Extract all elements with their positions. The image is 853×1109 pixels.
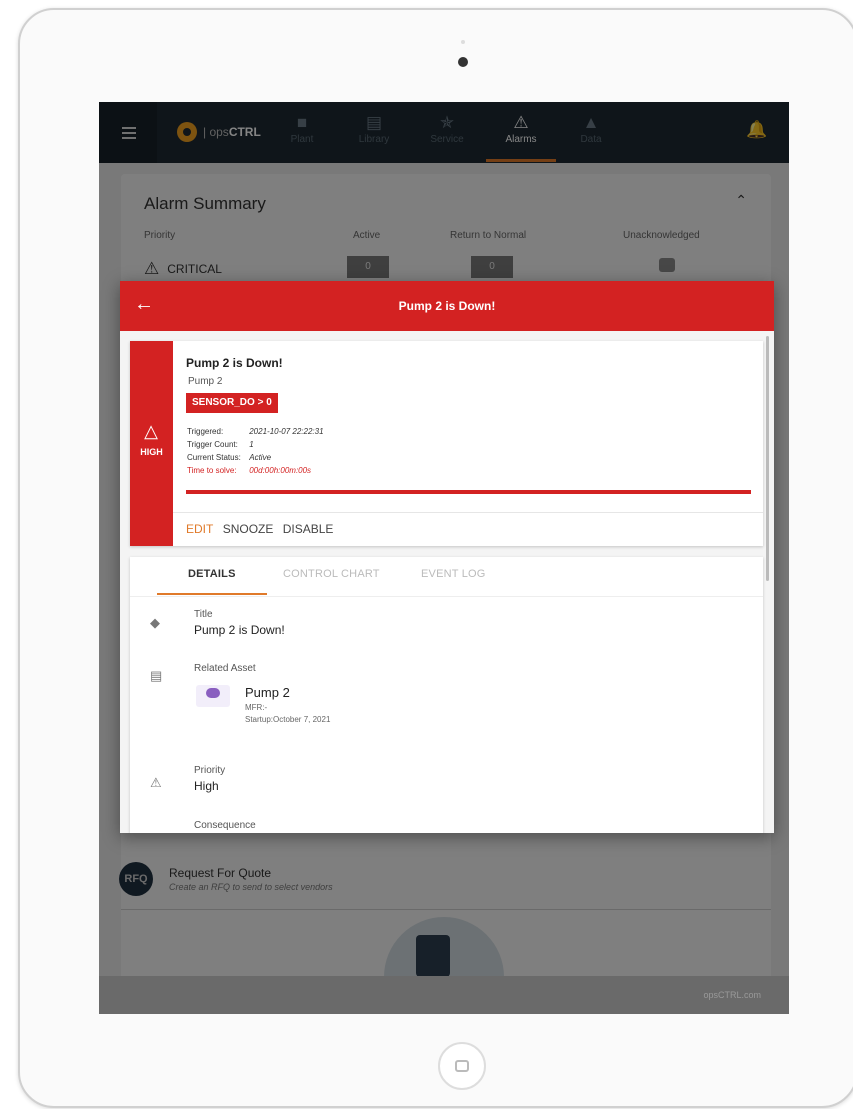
alarm-card: △ HIGH Pump 2 is Down! Pump 2 SENSOR_DO … [130,341,763,546]
modal-header: ← Pump 2 is Down! [120,281,774,331]
triggered-value: 2021-10-07 22:22:31 [249,427,324,436]
asset-mfr: MFR:- [245,703,268,712]
time-to-solve-row: Time to solve: 00d:00h:00m:00s [187,466,311,475]
snooze-button[interactable]: SNOOZE [223,522,274,536]
alarm-condition-badge: SENSOR_DO > 0 [186,393,278,413]
title-value: Pump 2 is Down! [194,623,285,637]
edit-button[interactable]: EDIT [186,522,213,536]
pump-thumbnail[interactable] [196,685,230,707]
alarm-asset: Pump 2 [188,376,223,387]
tabs-divider [130,596,763,597]
trigger-count-value: 1 [249,440,254,449]
alarm-title: Pump 2 is Down! [186,356,283,370]
disable-button[interactable]: DISABLE [283,522,334,536]
tab-control-chart[interactable]: CONTROL CHART [283,568,380,580]
priority-field-label: Priority [194,765,226,776]
sensor-dot [461,40,465,44]
modal-scrollbar[interactable] [766,336,769,581]
related-asset-label: Related Asset [194,663,256,674]
tab-event-log[interactable]: EVENT LOG [421,568,486,580]
tag-icon: ◆ [150,615,160,630]
priority-label: HIGH [140,447,163,457]
actions-divider [173,512,763,513]
current-status-value: Active [249,453,272,462]
asset-card-icon: ▤ [150,668,163,683]
home-square-icon [455,1060,469,1072]
consequence-label: Consequence [194,820,256,831]
current-status-label: Current Status: [187,453,241,462]
trigger-count-label: Trigger Count: [187,440,238,449]
title-label: Title [194,609,213,620]
arrow-up-warning-icon: △ [144,421,158,441]
current-status-row: Current Status: Active [187,453,271,462]
modal-title: Pump 2 is Down! [398,299,496,313]
alarm-actions: EDIT SNOOZE DISABLE [186,522,339,536]
alarm-detail-modal: ← Pump 2 is Down! △ HIGH Pump 2 is Down!… [120,281,774,833]
asset-name[interactable]: Pump 2 [245,685,290,700]
warning-icon: ⚠ [150,775,162,790]
asset-startup: Startup:October 7, 2021 [245,715,331,724]
footer: opsCTRL.com [99,976,789,1014]
time-to-solve-bar [186,490,751,494]
active-tab-underline [157,593,267,595]
triggered-label: Triggered: [187,427,224,436]
footer-text[interactable]: opsCTRL.com [703,990,761,1000]
camera [458,57,468,67]
time-to-solve-value: 00d:00h:00m:00s [249,466,312,475]
priority-strip: △ HIGH [130,341,173,546]
details-card: DETAILS CONTROL CHART EVENT LOG ◆ Title … [130,557,763,833]
trigger-count-row: Trigger Count: 1 [187,440,254,449]
tab-details[interactable]: DETAILS [188,568,236,580]
app-screen: | opsCTRL ■ Plant ▤ Library ✯ Service ⚠ … [99,102,789,1014]
time-to-solve-label: Time to solve: [187,466,237,475]
priority-field-value: High [194,779,219,793]
home-button[interactable] [438,1042,486,1090]
triggered-row: Triggered: 2021-10-07 22:22:31 [187,427,324,436]
